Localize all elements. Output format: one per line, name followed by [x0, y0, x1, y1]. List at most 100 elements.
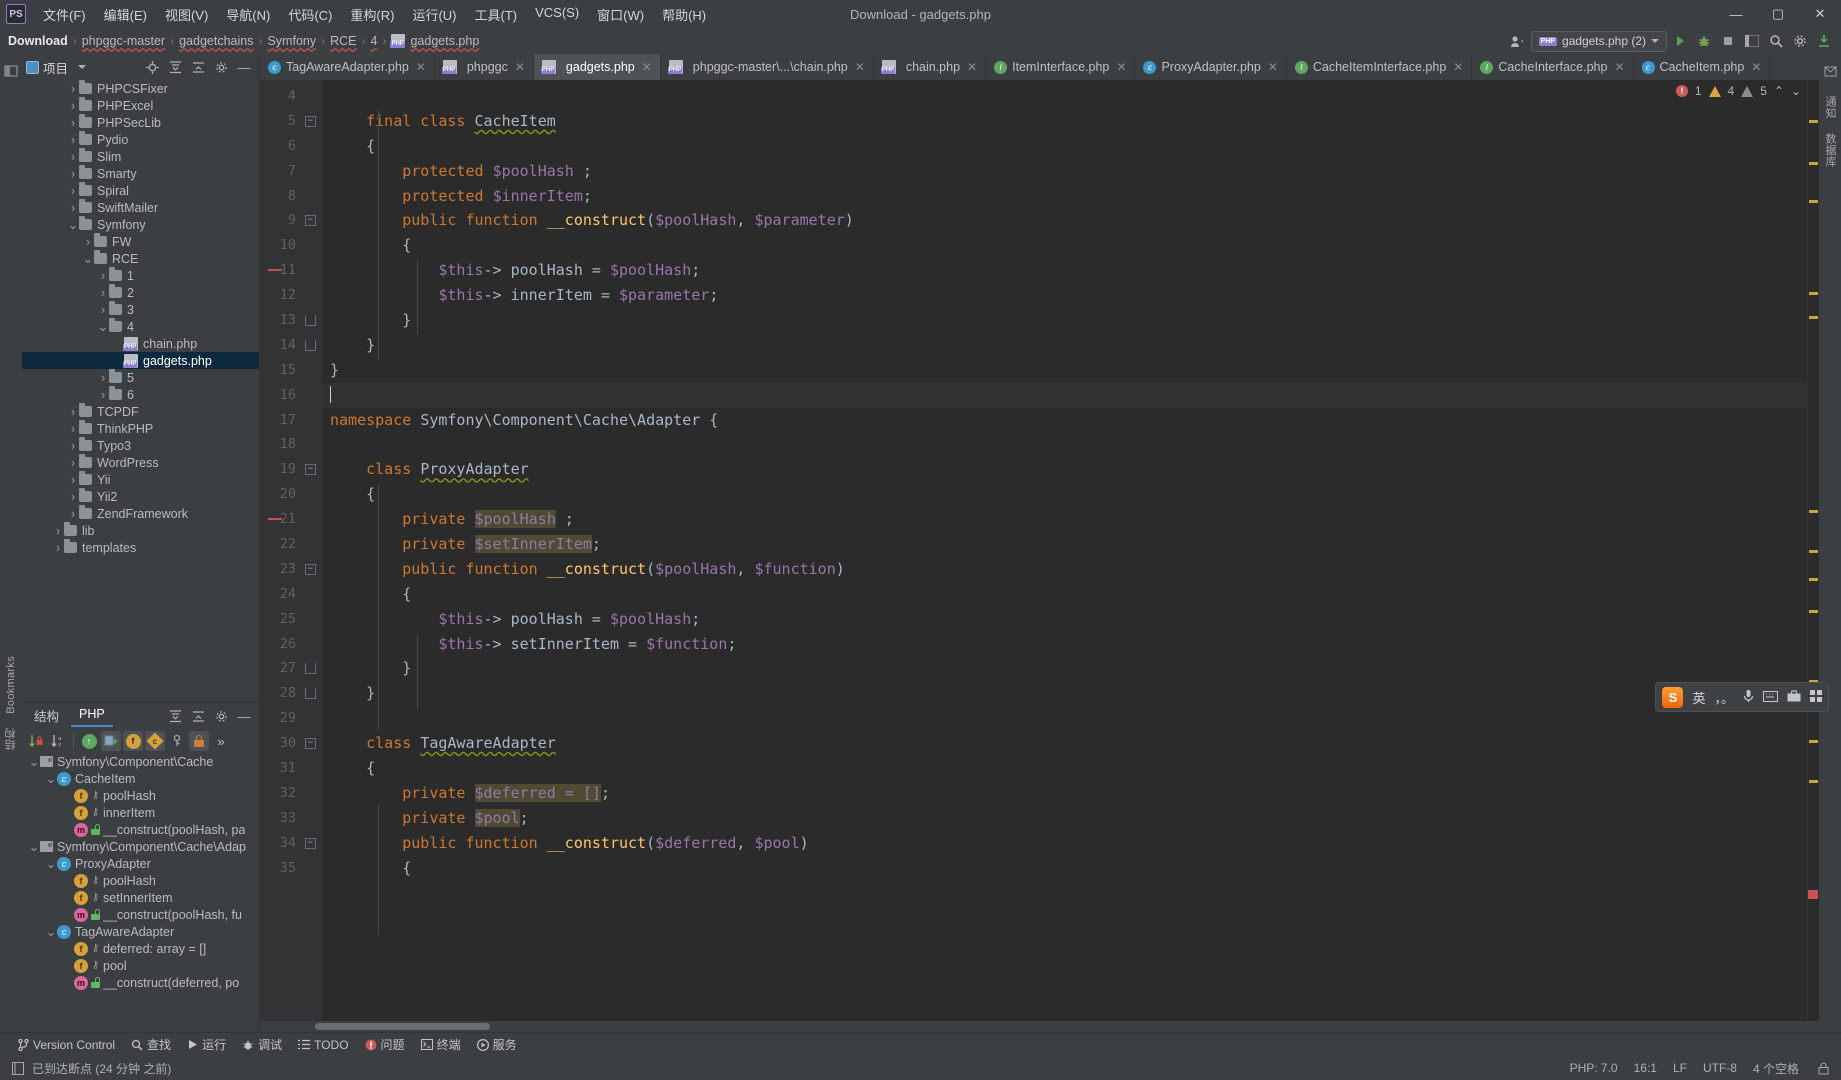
project-tree-item[interactable]: › FW — [22, 233, 259, 250]
project-tree-item[interactable]: › 2 — [22, 284, 259, 301]
magnifier-icon[interactable] — [1765, 30, 1787, 52]
menu-code[interactable]: 代码(C) — [279, 2, 341, 27]
close-icon[interactable]: ✕ — [855, 60, 865, 74]
breadcrumb-item-phpggc-master[interactable]: phpggc-master — [82, 34, 165, 48]
prev-problem-icon[interactable]: ⌃ — [1774, 84, 1784, 98]
line-number[interactable]: 18 — [260, 432, 322, 457]
run-configuration-selector[interactable]: PHP gadgets.php (2) — [1530, 30, 1667, 52]
chevron-right-icon[interactable]: › — [67, 404, 79, 419]
chevron-down-icon[interactable]: ⌄ — [45, 925, 57, 938]
tool-window-button[interactable]: TODO — [298, 1038, 349, 1052]
fold-collapse-icon[interactable]: − — [305, 115, 316, 127]
line-number[interactable]: 35 — [260, 856, 322, 881]
menu-view[interactable]: 视图(V) — [156, 2, 217, 27]
chevron-right-icon[interactable]: › — [67, 472, 79, 487]
line-number[interactable]: 27 — [260, 656, 322, 681]
close-icon[interactable]: ✕ — [1268, 60, 1278, 74]
chevron-right-icon[interactable]: › — [97, 285, 109, 300]
code-line[interactable]: } — [322, 656, 1807, 681]
menu-edit[interactable]: 编辑(E) — [95, 2, 156, 27]
line-number[interactable]: 12 — [260, 283, 322, 308]
menu-run[interactable]: 运行(U) — [403, 2, 465, 27]
chevron-right-icon[interactable]: › — [52, 523, 64, 538]
line-number[interactable]: 26 — [260, 632, 322, 657]
gear-icon[interactable] — [210, 705, 232, 727]
structure-item[interactable]: m __construct(poolHash, pa — [22, 821, 259, 838]
code-line[interactable]: class TagAwareAdapter — [322, 731, 1807, 756]
line-number[interactable]: 25 — [260, 607, 322, 632]
hide-panel-icon[interactable]: — — [233, 705, 255, 727]
menu-navigate[interactable]: 导航(N) — [217, 2, 279, 27]
line-number[interactable]: 33 — [260, 806, 322, 831]
notifications-icon[interactable] — [1819, 60, 1841, 82]
structure-item[interactable]: f ⚷ poolHash — [22, 787, 259, 804]
structure-item[interactable]: f ⚷ poolHash — [22, 872, 259, 889]
chevron-down-icon[interactable]: ⌄ — [97, 320, 109, 333]
expand-all-icon[interactable] — [164, 56, 186, 78]
project-tree-item[interactable]: › templates — [22, 539, 259, 556]
close-button[interactable]: ✕ — [1799, 0, 1841, 28]
line-number[interactable]: 19− — [260, 457, 322, 482]
sort-alphabetically-icon[interactable]: az — [48, 731, 68, 751]
chevron-right-icon[interactable]: › — [67, 98, 79, 113]
chevron-down-icon[interactable]: ⌄ — [82, 252, 94, 265]
fold-end-icon[interactable] — [305, 315, 316, 327]
caret-position[interactable]: 16:1 — [1634, 1061, 1657, 1075]
structure-toolwindow-label[interactable]: 结构 — [3, 728, 19, 751]
chevron-right-icon[interactable]: › — [97, 302, 109, 317]
file-encoding[interactable]: UTF-8 — [1703, 1061, 1737, 1075]
code-line[interactable]: } — [322, 358, 1807, 383]
chevron-right-icon[interactable]: › — [67, 200, 79, 215]
code-line[interactable]: public function __construct($poolHash, $… — [322, 557, 1807, 582]
code-line[interactable]: $this-> poolHash = $poolHash; — [322, 607, 1807, 632]
project-tree-item[interactable]: › 6 — [22, 386, 259, 403]
close-icon[interactable]: ✕ — [416, 60, 426, 74]
code-line[interactable]: } — [322, 681, 1807, 706]
structure-item[interactable]: ⌄ c TagAwareAdapter — [22, 923, 259, 940]
project-tree-item[interactable]: › Yii2 — [22, 488, 259, 505]
breadcrumb-item-download[interactable]: Download — [8, 34, 68, 48]
structure-item[interactable]: ⌄ c ProxyAdapter — [22, 855, 259, 872]
structure-item[interactable]: m __construct(poolHash, fu — [22, 906, 259, 923]
show-fields-icon[interactable]: f — [123, 731, 143, 751]
code-line[interactable]: { — [322, 856, 1807, 881]
hide-panel-icon[interactable]: — — [233, 56, 255, 78]
next-problem-icon[interactable]: ⌄ — [1791, 84, 1801, 98]
project-tree-item[interactable]: › Typo3 — [22, 437, 259, 454]
line-number[interactable]: 14 — [260, 333, 322, 358]
breakpoint-marker[interactable] — [268, 269, 282, 272]
indent-setting[interactable]: 4 个空格 — [1753, 1060, 1799, 1077]
line-number-gutter[interactable]: 4 5−6 7 8 9−10 11 12 13 14 15 16 17 18 19−20 21 22 23−24… — [260, 80, 322, 1021]
project-tree-item[interactable]: › SwiftMailer — [22, 199, 259, 216]
editor-tab[interactable]: PHP phpggc-master\...\chain.php ✕ — [661, 54, 874, 80]
project-tree-item[interactable]: PHP chain.php — [22, 335, 259, 352]
code-line[interactable]: { — [322, 582, 1807, 607]
expand-all-icon[interactable] — [164, 705, 186, 727]
code-line[interactable]: private $poolHash ; — [322, 507, 1807, 532]
project-tree-item[interactable]: › TCPDF — [22, 403, 259, 420]
fold-collapse-icon[interactable]: − — [305, 837, 316, 849]
line-number[interactable]: 22 — [260, 532, 322, 557]
structure-tree[interactable]: ⌄ Symfony\Component\Cache ⌄ c CacheItem f ⚷ poo… — [22, 753, 259, 1032]
line-separator[interactable]: LF — [1673, 1061, 1687, 1075]
line-number[interactable]: 34− — [260, 831, 322, 856]
code-line[interactable]: namespace Symfony\Component\Cache\Adapte… — [322, 408, 1807, 433]
line-number[interactable]: 7 — [260, 159, 322, 184]
structure-item[interactable]: ⌄ Symfony\Component\Cache\Adap — [22, 838, 259, 855]
project-tree-item[interactable]: › ZendFramework — [22, 505, 259, 522]
code-line[interactable]: public function __construct($poolHash, $… — [322, 208, 1807, 233]
project-tree-item[interactable]: › lib — [22, 522, 259, 539]
line-number[interactable]: 21 — [260, 507, 322, 532]
chevron-right-icon[interactable]: › — [67, 149, 79, 164]
chevron-down-icon[interactable]: ⌄ — [28, 840, 40, 853]
collapse-all-icon[interactable] — [187, 705, 209, 727]
line-number[interactable]: 9− — [260, 208, 322, 233]
line-number[interactable]: 4 — [260, 84, 322, 109]
editor-tab[interactable]: PHP phpggc ✕ — [435, 54, 534, 80]
line-number[interactable]: 31 — [260, 756, 322, 781]
breadcrumb-item-gadgets-php[interactable]: PHP gadgets.php — [390, 34, 479, 48]
toolbox-icon[interactable] — [1787, 689, 1801, 705]
breadcrumb-item-4[interactable]: 4 — [371, 34, 378, 48]
chevron-down-icon[interactable] — [78, 65, 87, 69]
code-line[interactable]: protected $innerItem; — [322, 184, 1807, 209]
